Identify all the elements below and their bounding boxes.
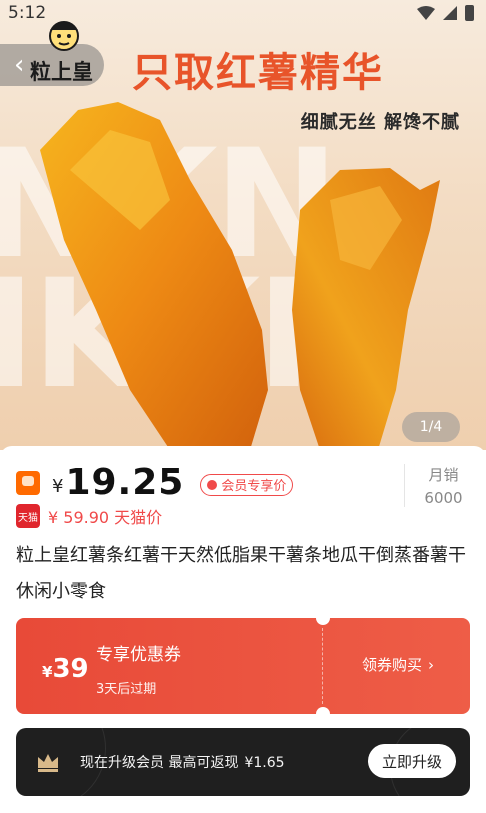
battery-icon	[465, 5, 474, 21]
coupon-notch	[316, 618, 330, 625]
product-price: 19.25	[65, 462, 185, 503]
vip-upgrade-message: 现在升级会员 最高可返现	[80, 755, 239, 771]
coupon-notch	[316, 707, 330, 714]
vip-badge-icon	[207, 479, 218, 490]
brand-mascot-logo	[49, 21, 79, 51]
brand-logo: 粒上皇	[20, 48, 93, 86]
product-image-carousel[interactable]: NKNIKKI 5:12 ‹	[0, 0, 486, 450]
vip-upgrade-banner: 现在升级会员 最高可返现 ¥1.65 立即升级	[16, 728, 470, 796]
coupon-title: 专享优惠券	[96, 645, 181, 665]
status-time: 5:12	[8, 3, 47, 23]
product-info-card: ¥ 19.25 会员专享价 月销 6000 天猫 ¥ 59.90 天猫价 粒上皇…	[0, 446, 486, 813]
sweet-potato-image	[40, 102, 440, 450]
product-title: 粒上皇红薯条红薯干天然低脂果干薯条地瓜干倒蒸番薯干休闲小零食	[16, 545, 466, 602]
tmall-price-row: 天猫 ¥ 59.90 天猫价	[16, 504, 162, 528]
monthly-sales: 月销 6000	[404, 464, 468, 507]
vip-badge-label: 会员专享价	[221, 479, 287, 494]
claim-coupon-button[interactable]: 领券购买 ›	[362, 654, 434, 675]
image-counter: 1/4	[402, 412, 460, 442]
upgrade-now-button[interactable]: 立即升级	[368, 744, 456, 778]
signal-icon	[443, 6, 457, 20]
coupon-currency: ¥	[42, 663, 53, 681]
crown-icon	[38, 754, 58, 772]
vip-price-badge: 会员专享价	[200, 473, 294, 496]
hero-headline: 只取红薯精华	[132, 50, 384, 96]
tmall-logo-icon: 天猫	[16, 504, 40, 528]
price-row: ¥ 19.25 会员专享价	[16, 462, 294, 503]
coupon-amount-value: 39	[52, 654, 89, 684]
coupon-card[interactable]: ¥39 专享优惠券 3天后过期 领券购买 ›	[16, 618, 470, 714]
hero-subline: 细腻无丝 解馋不腻	[300, 112, 460, 133]
status-icons	[417, 5, 474, 21]
vip-cashback-amount: ¥1.65	[244, 755, 285, 771]
brand-name: 粒上皇	[30, 60, 93, 84]
vip-upgrade-text: 现在升级会员 最高可返现 ¥1.65	[74, 752, 285, 772]
chevron-right-icon: ›	[428, 655, 435, 674]
monthly-sales-label: 月销	[428, 466, 459, 484]
currency-symbol: ¥	[52, 476, 64, 497]
wifi-icon	[417, 6, 435, 20]
monthly-sales-value: 6000	[424, 489, 463, 507]
taobao-logo-icon	[16, 470, 40, 495]
coupon-divider	[322, 628, 323, 704]
tmall-price: ¥ 59.90 天猫价	[48, 508, 163, 527]
coupon-expiry: 3天后过期	[96, 682, 157, 697]
claim-coupon-label: 领券购买	[362, 656, 423, 674]
coupon-amount: ¥39	[42, 654, 89, 684]
